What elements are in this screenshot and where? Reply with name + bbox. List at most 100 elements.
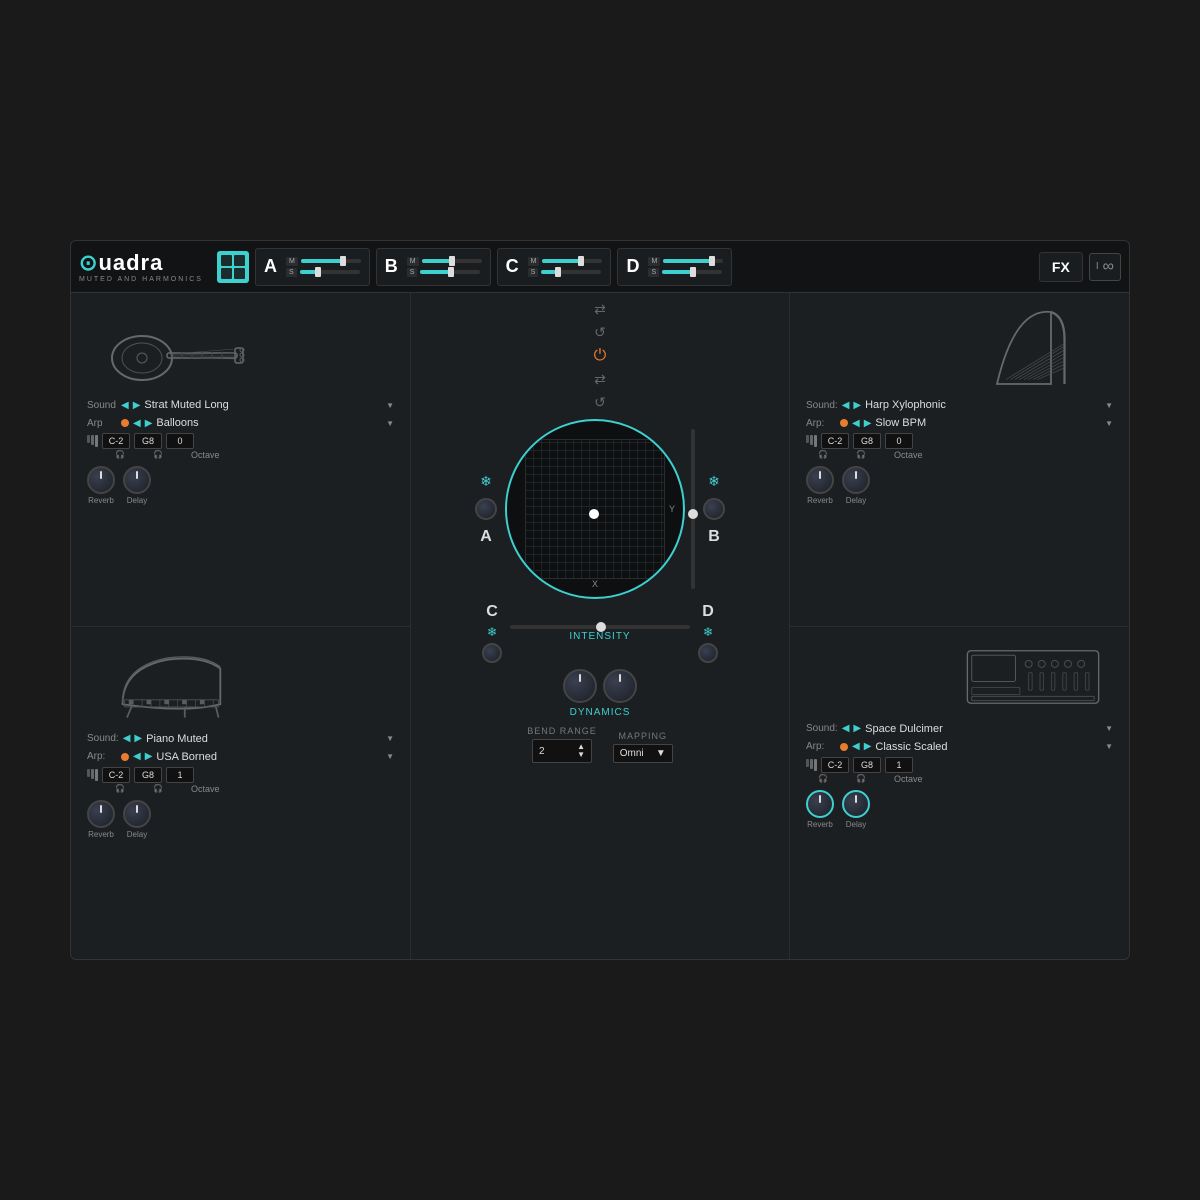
channel-b-m-btn[interactable]: M: [407, 257, 419, 266]
channel-d-m-btn[interactable]: M: [648, 257, 660, 266]
channel-d-s-btn[interactable]: S: [648, 268, 659, 277]
channel-c-fader-bot-thumb[interactable]: [555, 267, 561, 277]
panel-d-arp-dot[interactable]: [840, 743, 848, 751]
channel-b-s-btn[interactable]: S: [407, 268, 418, 277]
panel-d-arp-dropdown[interactable]: ▼: [1105, 742, 1113, 751]
channel-d-fader-top-thumb[interactable]: [709, 256, 715, 266]
panel-d-reverb-knob[interactable]: [806, 790, 834, 818]
panel-b-sound-dropdown[interactable]: ▼: [1105, 401, 1113, 410]
channel-c-m-btn[interactable]: M: [528, 257, 540, 266]
panel-b-arp-dot[interactable]: [840, 419, 848, 427]
dynamics-knob2[interactable]: [603, 669, 637, 703]
channel-a-fader-top[interactable]: [301, 259, 361, 263]
channel-b-fader-top-thumb[interactable]: [449, 256, 455, 266]
panel-d-arp-prev[interactable]: ◀: [852, 741, 860, 752]
panel-c-arp-dropdown[interactable]: ▼: [386, 752, 394, 761]
spinbox-arrows[interactable]: ▲ ▼: [577, 743, 585, 759]
panel-d-sound-prev[interactable]: ◀: [842, 723, 850, 734]
panel-a-reverb-knob[interactable]: [87, 466, 115, 494]
channel-c-s-btn[interactable]: S: [528, 268, 539, 277]
panel-a-arp-next[interactable]: ▶: [145, 418, 153, 429]
knob-b-side[interactable]: [703, 498, 725, 520]
panel-c-arp-dot[interactable]: [121, 753, 129, 761]
panel-b-sound-prev[interactable]: ◀: [842, 400, 850, 411]
v-slider-b[interactable]: [691, 429, 695, 589]
channel-b-fader-bot[interactable]: [420, 270, 480, 274]
panel-a-range-high[interactable]: G8: [134, 433, 162, 449]
knob-c-side[interactable]: [482, 643, 502, 663]
panel-c-range-low[interactable]: C-2: [102, 767, 130, 783]
fx-button[interactable]: FX: [1039, 252, 1083, 282]
channel-a-m-btn[interactable]: M: [286, 257, 298, 266]
knob-a-side[interactable]: [475, 498, 497, 520]
channel-d-fader-bot-thumb[interactable]: [690, 267, 696, 277]
panel-b-range-low[interactable]: C-2: [821, 433, 849, 449]
panel-b-arp-next[interactable]: ▶: [864, 418, 872, 429]
panel-d-sound-dropdown[interactable]: ▼: [1105, 724, 1113, 733]
knob-d-side[interactable]: [698, 643, 718, 663]
panel-c-delay-knob[interactable]: [123, 800, 151, 828]
panel-a-range-low[interactable]: C-2: [102, 433, 130, 449]
undo-btn-1[interactable]: ↺: [594, 324, 606, 341]
channel-c-fader-bot[interactable]: [541, 270, 601, 274]
panel-b-reverb-knob[interactable]: [806, 466, 834, 494]
channel-d-fader-top[interactable]: [663, 259, 723, 263]
channel-a-fader-top-thumb[interactable]: [340, 256, 346, 266]
channel-b-fader-top[interactable]: [422, 259, 482, 263]
shuffle-btn-2[interactable]: ⇄: [594, 371, 606, 388]
mapping-dropdown-arrow[interactable]: ▼: [656, 748, 666, 759]
panel-d-slider-bars: [806, 759, 817, 771]
panel-b-arp-prev[interactable]: ◀: [852, 418, 860, 429]
panel-a-headphone1: 🎧: [115, 450, 125, 460]
uvi-button[interactable]: I ∞: [1089, 253, 1121, 281]
panel-d-range-low[interactable]: C-2: [821, 757, 849, 773]
channel-a-fader-bot-thumb[interactable]: [315, 267, 321, 277]
panel-c-octave-val[interactable]: 1: [166, 767, 194, 783]
panel-c-range-high[interactable]: G8: [134, 767, 162, 783]
v-slider-b-thumb[interactable]: [688, 509, 698, 519]
panel-a-arp-dropdown[interactable]: ▼: [386, 419, 394, 428]
power-btn[interactable]: ⏻: [594, 347, 607, 365]
panel-a-octave-val[interactable]: 0: [166, 433, 194, 449]
undo-btn-2[interactable]: ↺: [594, 394, 606, 411]
panel-b-arp-dropdown[interactable]: ▼: [1105, 419, 1113, 428]
spinbox-down[interactable]: ▼: [577, 751, 585, 759]
panel-c-sound-label: Sound:: [87, 733, 119, 744]
grid-icon[interactable]: [217, 251, 249, 283]
panel-a-delay-knob[interactable]: [123, 466, 151, 494]
panel-d-delay-knob[interactable]: [842, 790, 870, 818]
channel-a-fader-bot[interactable]: [300, 270, 360, 274]
panel-d-range-high[interactable]: G8: [853, 757, 881, 773]
panel-a-arp-prev[interactable]: ◀: [133, 418, 141, 429]
panel-b-octave-val[interactable]: 0: [885, 433, 913, 449]
bend-range-select[interactable]: 2 ▲ ▼: [532, 739, 592, 763]
panel-d-octave-val[interactable]: 1: [885, 757, 913, 773]
dynamics-knob1[interactable]: [563, 669, 597, 703]
panel-a-sound-dropdown[interactable]: ▼: [386, 401, 394, 410]
h-slider-intensity[interactable]: [510, 625, 690, 629]
panel-c-arp-prev[interactable]: ◀: [133, 751, 141, 762]
panel-c-arp-next[interactable]: ▶: [145, 751, 153, 762]
mapping-select[interactable]: Omni ▼: [613, 744, 673, 763]
panel-b-sound-next[interactable]: ▶: [853, 400, 861, 411]
panel-b-delay-knob[interactable]: [842, 466, 870, 494]
xy-dot[interactable]: [589, 509, 599, 519]
h-slider-thumb[interactable]: [596, 622, 606, 632]
channel-b-fader-bot-thumb[interactable]: [448, 267, 454, 277]
panel-a-sound-next[interactable]: ▶: [133, 400, 141, 411]
panel-a-sound-prev[interactable]: ◀: [121, 400, 129, 411]
panel-c-sound-prev[interactable]: ◀: [123, 733, 131, 744]
channel-d-fader-bot[interactable]: [662, 270, 722, 274]
panel-c-reverb-knob[interactable]: [87, 800, 115, 828]
shuffle-btn-1[interactable]: ⇄: [594, 301, 606, 318]
panel-d-arp-next[interactable]: ▶: [864, 741, 872, 752]
channel-a-s-btn[interactable]: S: [286, 268, 297, 277]
panel-b-range-high[interactable]: G8: [853, 433, 881, 449]
panel-d-sound-next[interactable]: ▶: [853, 723, 861, 734]
xy-pad[interactable]: X Y: [505, 419, 685, 599]
panel-c-sound-next[interactable]: ▶: [134, 733, 142, 744]
channel-c-fader-top-thumb[interactable]: [578, 256, 584, 266]
panel-c-sound-dropdown[interactable]: ▼: [386, 734, 394, 743]
channel-c-fader-top[interactable]: [542, 259, 602, 263]
panel-a-arp-dot[interactable]: [121, 419, 129, 427]
